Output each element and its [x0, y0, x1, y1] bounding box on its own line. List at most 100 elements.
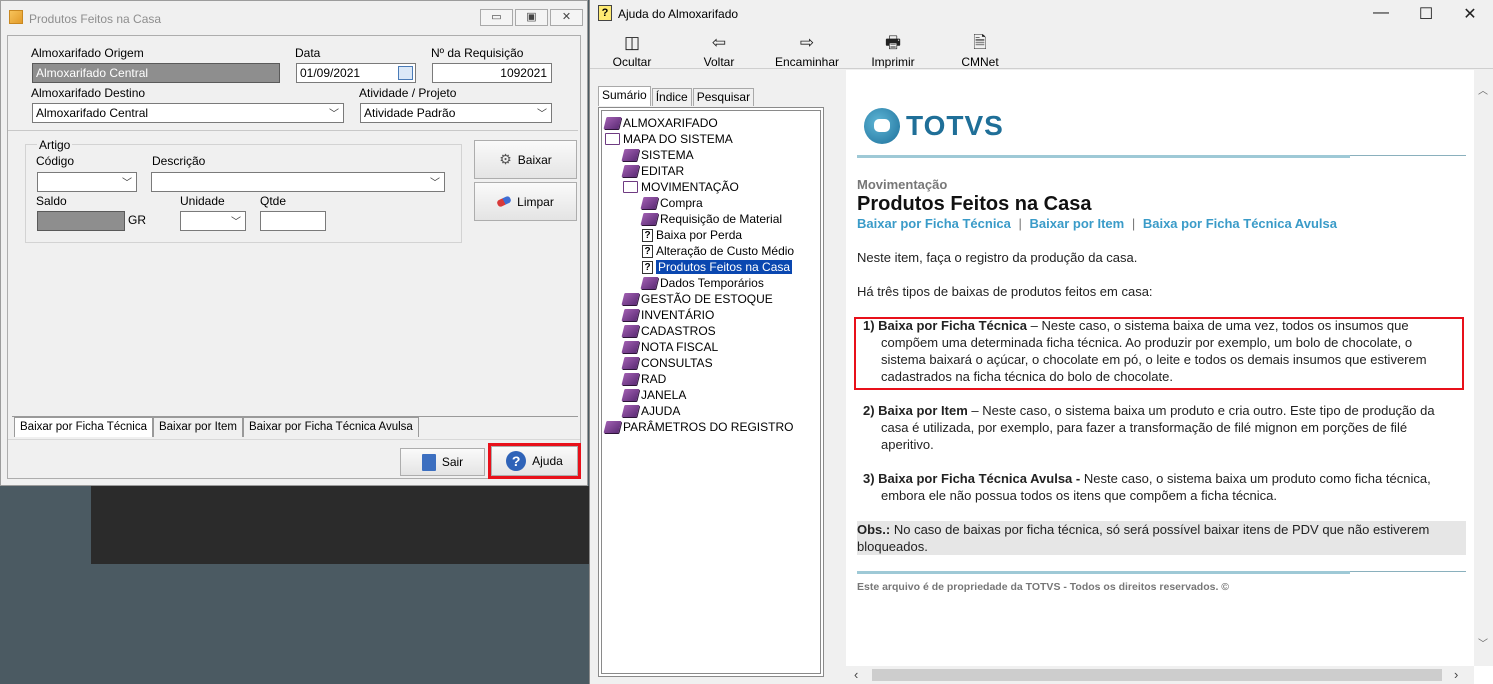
tree-item-label: CONSULTAS [641, 356, 713, 370]
tree-item[interactable]: Dados Temporários [640, 275, 764, 291]
hide-pane-icon: ◫ [623, 33, 641, 52]
book-icon [621, 357, 640, 369]
data-label: Data [295, 46, 321, 60]
link-baixa-ficha-avulsa[interactable]: Baixa por Ficha Técnica Avulsa [1143, 216, 1337, 231]
form-tabs: Baixar por Ficha Técnica Baixar por Item… [14, 417, 419, 437]
ocultar-label: Ocultar [612, 55, 652, 69]
encaminhar-label: Encaminhar [774, 55, 840, 69]
book-icon [621, 389, 640, 401]
footer-text: Este arquivo é de propriedade da TOTVS -… [857, 581, 1230, 593]
tree-item[interactable]: MAPA DO SISTEMA [605, 131, 733, 147]
tree-item-label: GESTÃO DE ESTOQUE [641, 292, 773, 306]
almox-origem-field[interactable]: Almoxarifado Central [32, 63, 280, 83]
tree-item[interactable]: Compra [640, 195, 703, 211]
calendar-icon[interactable] [398, 66, 413, 80]
tree-item-label: INVENTÁRIO [641, 308, 715, 322]
book-icon [621, 405, 640, 417]
tree-item[interactable]: ALMOXARIFADO [603, 115, 718, 131]
encaminhar-button[interactable]: ⇨ Encaminhar [762, 33, 852, 69]
tree-item-label: CADASTROS [641, 324, 716, 338]
ocultar-button[interactable]: ◫ Ocultar [587, 33, 677, 69]
chevron-down-icon[interactable]: ﹀ [1478, 635, 1488, 650]
contents-tree: ALMOXARIFADO MAPA DO SISTEMA SISTEMA EDI… [598, 107, 824, 677]
atividade-select[interactable]: Atividade Padrão ﹀ [360, 103, 552, 123]
tree-item-label: Requisição de Material [660, 212, 783, 226]
tree-item[interactable]: ? Alteração de Custo Médio [642, 243, 794, 259]
ajuda-button[interactable]: ? Ajuda [488, 443, 581, 479]
tree-item[interactable]: CONSULTAS [621, 355, 713, 371]
tree-item[interactable]: EDITAR [621, 163, 684, 179]
scroll-thumb[interactable] [872, 669, 1442, 681]
header-rule-thin [1350, 155, 1466, 156]
atividade-label: Atividade / Projeto [359, 86, 457, 100]
toolbar-divider [590, 68, 1493, 69]
almox-destino-select[interactable]: Almoxarifado Central ﹀ [32, 103, 344, 123]
tree-item[interactable]: INVENTÁRIO [621, 307, 715, 323]
obs-title: Obs.: [857, 522, 891, 537]
tree-item[interactable]: GESTÃO DE ESTOQUE [621, 291, 773, 307]
title-bar: Produtos Feitos na Casa ▭ ▣ ✕ [1, 1, 587, 34]
tree-item-label: Baixa por Perda [656, 228, 743, 242]
tab-sumario[interactable]: Sumário [598, 86, 651, 106]
close-button[interactable]: ✕ [550, 9, 583, 26]
tab-baixar-ficha[interactable]: Baixar por Ficha Técnica [14, 417, 153, 437]
maximize-button[interactable]: ▣ [515, 9, 548, 26]
descricao-select[interactable]: ﹀ [151, 172, 445, 192]
tree-item-selected[interactable]: ? Produtos Feitos na Casa [642, 259, 793, 275]
requisicao-field[interactable]: 1092021 [432, 63, 552, 83]
codigo-select[interactable]: ﹀ [37, 172, 137, 192]
item-ficha-avulsa: 3) Baixa por Ficha Técnica Avulsa - Nest… [863, 470, 1459, 504]
tree-item[interactable]: MOVIMENTAÇÃO [623, 179, 739, 195]
form-panel: Almoxarifado Origem Almoxarifado Central… [7, 35, 581, 479]
tree-item[interactable]: RAD [621, 371, 666, 387]
tree-item[interactable]: ? Baixa por Perda [642, 227, 742, 243]
tree-item[interactable]: CADASTROS [621, 323, 716, 339]
minimize-button[interactable]: ▭ [480, 9, 513, 26]
chevron-down-icon: ﹀ [537, 109, 547, 120]
footer-rule-thin [1350, 571, 1466, 572]
chevron-up-icon[interactable]: ︿ [1478, 82, 1488, 97]
baixar-button[interactable]: ⚙ Baixar [474, 140, 577, 179]
tree-frame: ALMOXARIFADO MAPA DO SISTEMA SISTEMA EDI… [601, 110, 821, 674]
tab-baixar-item[interactable]: Baixar por Item [152, 417, 243, 437]
tree-item-label: Alteração de Custo Médio [656, 244, 795, 258]
tree-item[interactable]: JANELA [621, 387, 686, 403]
tree-item[interactable]: PARÂMETROS DO REGISTRO [603, 419, 793, 435]
chevron-left-icon[interactable]: ‹ [854, 667, 858, 682]
book-icon [640, 277, 659, 289]
saldo-unit: GR [128, 213, 146, 227]
help-window: ? Ajuda do Almoxarifado — ☐ ✕ ◫ Ocultar … [589, 0, 1493, 684]
limpar-label: Limpar [517, 194, 554, 209]
types-paragraph: Há três tipos de baixas de produtos feit… [857, 284, 1153, 299]
tree-item[interactable]: AJUDA [621, 403, 680, 419]
tree-item-label: NOTA FISCAL [641, 340, 719, 354]
tree-item[interactable]: NOTA FISCAL [621, 339, 719, 355]
data-field[interactable]: 01/09/2021 [296, 63, 416, 83]
unidade-select[interactable]: ﹀ [180, 211, 246, 231]
limpar-button[interactable]: Limpar [474, 182, 577, 221]
link-baixar-item[interactable]: Baixar por Item [1030, 216, 1125, 231]
link-baixar-ficha[interactable]: Baixar por Ficha Técnica [857, 216, 1011, 231]
tab-indice[interactable]: Índice [651, 88, 692, 106]
maximize-button[interactable]: ☐ [1415, 4, 1437, 24]
close-button[interactable]: ✕ [1459, 4, 1481, 24]
qtde-field[interactable] [260, 211, 326, 231]
chevron-right-icon[interactable]: › [1454, 667, 1458, 682]
vertical-scrollbar[interactable]: ︿ ﹀ [1474, 70, 1493, 666]
window-title: Produtos Feitos na Casa [29, 12, 162, 26]
tree-item[interactable]: SISTEMA [621, 147, 694, 163]
footer-rule [857, 571, 1350, 574]
voltar-button[interactable]: ⇦ Voltar [674, 33, 764, 69]
sair-button[interactable]: Sair [400, 448, 485, 476]
app-icon [9, 10, 23, 24]
tab-pesquisar[interactable]: Pesquisar [692, 88, 755, 106]
book-icon [621, 309, 640, 321]
imprimir-button[interactable]: 🖶 Imprimir [848, 33, 938, 69]
horizontal-scrollbar[interactable]: ‹ › [846, 666, 1474, 684]
minimize-button[interactable]: — [1370, 4, 1392, 22]
tree-item-label: MOVIMENTAÇÃO [641, 180, 739, 194]
book-icon [603, 117, 622, 129]
tree-item[interactable]: Requisição de Material [640, 211, 783, 227]
intro-paragraph: Neste item, faça o registro da produção … [857, 250, 1138, 265]
tab-baixar-ficha-avulsa[interactable]: Baixar por Ficha Técnica Avulsa [242, 417, 419, 437]
